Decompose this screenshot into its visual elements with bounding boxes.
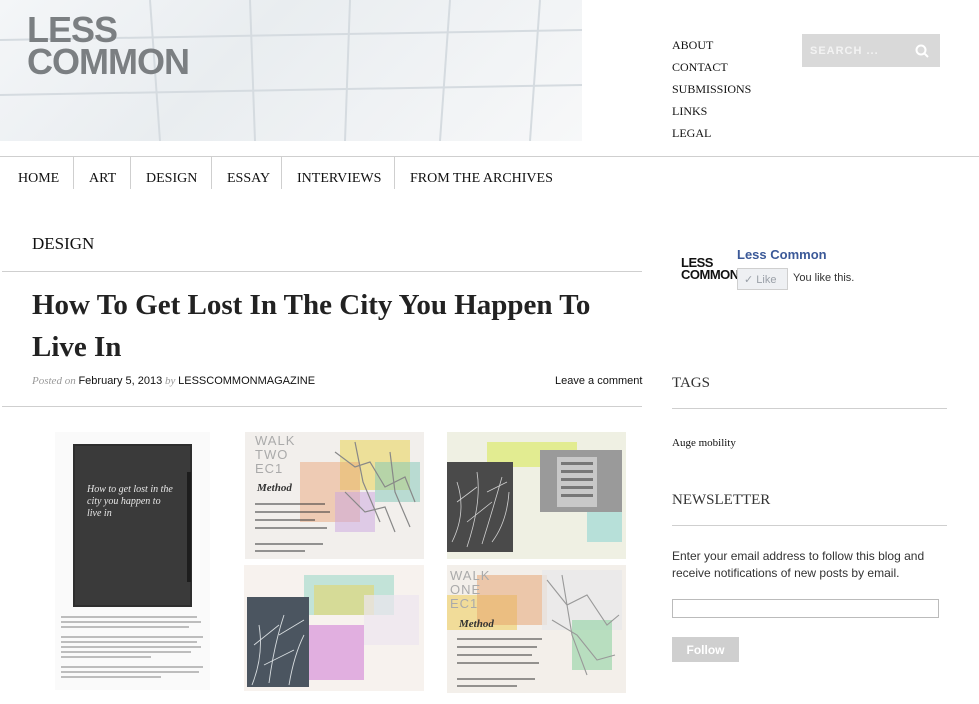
category-heading: DESIGN	[32, 234, 95, 253]
top-link-about[interactable]: ABOUT	[672, 34, 751, 56]
nav-essay[interactable]: ESSAY	[227, 157, 270, 189]
newsletter-email-input[interactable]	[672, 599, 939, 618]
post-title[interactable]: How To Get Lost In The City You Happen T…	[32, 284, 642, 368]
walk-two-word-2: TWO	[255, 447, 289, 462]
walk-one-heading: WALK ONE EC1	[450, 569, 490, 611]
logo-line-2: COMMON	[27, 41, 190, 82]
fb-logo-line-2: COMMON	[681, 267, 739, 282]
nav-divider	[73, 157, 74, 189]
walk-two-method: Method	[257, 482, 292, 494]
post-meta: Posted on February 5, 2013 by LESSCOMMON…	[32, 375, 315, 387]
divider	[2, 406, 642, 407]
like-label: Like	[756, 274, 777, 286]
divider	[2, 271, 642, 272]
walk-one-word-2: ONE	[450, 582, 482, 597]
top-link-legal[interactable]: LEGAL	[672, 122, 751, 144]
facebook-like-button[interactable]: ✓ Like	[737, 268, 788, 290]
search-box	[802, 34, 940, 67]
trees-building-collage	[447, 432, 626, 559]
walk-two-image[interactable]: WALK TWO EC1 Method	[245, 432, 424, 559]
booklet-cover-text: How to get lost in the city you happen t…	[87, 484, 173, 519]
walk-one-word-3: EC1	[450, 596, 479, 611]
tree-collage	[247, 575, 419, 687]
main-nav: HOME ART DESIGN ESSAY INTERVIEWS FROM TH…	[0, 156, 979, 189]
tree-collage-image[interactable]	[244, 565, 424, 691]
walk-one-word-1: WALK	[450, 568, 491, 583]
search-icon[interactable]	[914, 43, 930, 59]
nav-divider	[281, 157, 282, 189]
facebook-page-logo[interactable]: LESS COMMON	[681, 256, 739, 282]
nav-interviews[interactable]: INTERVIEWS	[297, 157, 381, 189]
divider	[672, 525, 947, 526]
post-date[interactable]: February 5, 2013	[78, 375, 162, 387]
posted-on-label: Posted on	[32, 375, 76, 387]
facebook-like-status: You like this.	[793, 272, 855, 284]
check-icon: ✓	[744, 274, 754, 286]
top-link-submissions[interactable]: SUBMISSIONS	[672, 78, 751, 100]
walk-two-heading: WALK TWO EC1	[255, 434, 295, 476]
booklet-image[interactable]: How to get lost in the city you happen t…	[55, 432, 210, 690]
top-links: ABOUT CONTACT SUBMISSIONS LINKS LEGAL	[672, 34, 751, 144]
nav-art[interactable]: ART	[89, 157, 116, 189]
booklet-illustration	[61, 444, 203, 678]
post-author[interactable]: LESSCOMMONMAGAZINE	[178, 375, 315, 387]
newsletter-heading: NEWSLETTER	[672, 492, 771, 508]
top-link-contact[interactable]: CONTACT	[672, 56, 751, 78]
walk-two-word-1: WALK	[255, 433, 296, 448]
search-input[interactable]	[802, 34, 908, 67]
walk-two-word-3: EC1	[255, 461, 284, 476]
nav-home[interactable]: HOME	[18, 157, 59, 189]
nav-from-the-archives[interactable]: FROM THE ARCHIVES	[410, 157, 553, 189]
nav-design[interactable]: DESIGN	[146, 157, 197, 189]
nav-divider	[130, 157, 131, 189]
newsletter-description: Enter your email address to follow this …	[672, 549, 925, 580]
top-link-links[interactable]: LINKS	[672, 100, 751, 122]
tags-heading: TAGS	[672, 375, 710, 391]
nav-divider	[211, 157, 212, 189]
nav-divider	[394, 157, 395, 189]
by-label: by	[164, 375, 176, 387]
trees-building-image[interactable]	[447, 432, 626, 559]
header-banner: LESS COMMON	[0, 0, 582, 141]
tag-link[interactable]: Auge mobility	[672, 437, 736, 449]
follow-button[interactable]: Follow	[672, 637, 739, 662]
divider	[672, 408, 947, 409]
walk-one-method: Method	[459, 618, 494, 630]
walk-one-image[interactable]: WALK ONE EC1 Method	[447, 565, 626, 693]
facebook-page-name[interactable]: Less Common	[737, 247, 827, 262]
site-logo[interactable]: LESS COMMON	[27, 12, 190, 82]
leave-comment-link[interactable]: Leave a comment	[555, 375, 642, 387]
